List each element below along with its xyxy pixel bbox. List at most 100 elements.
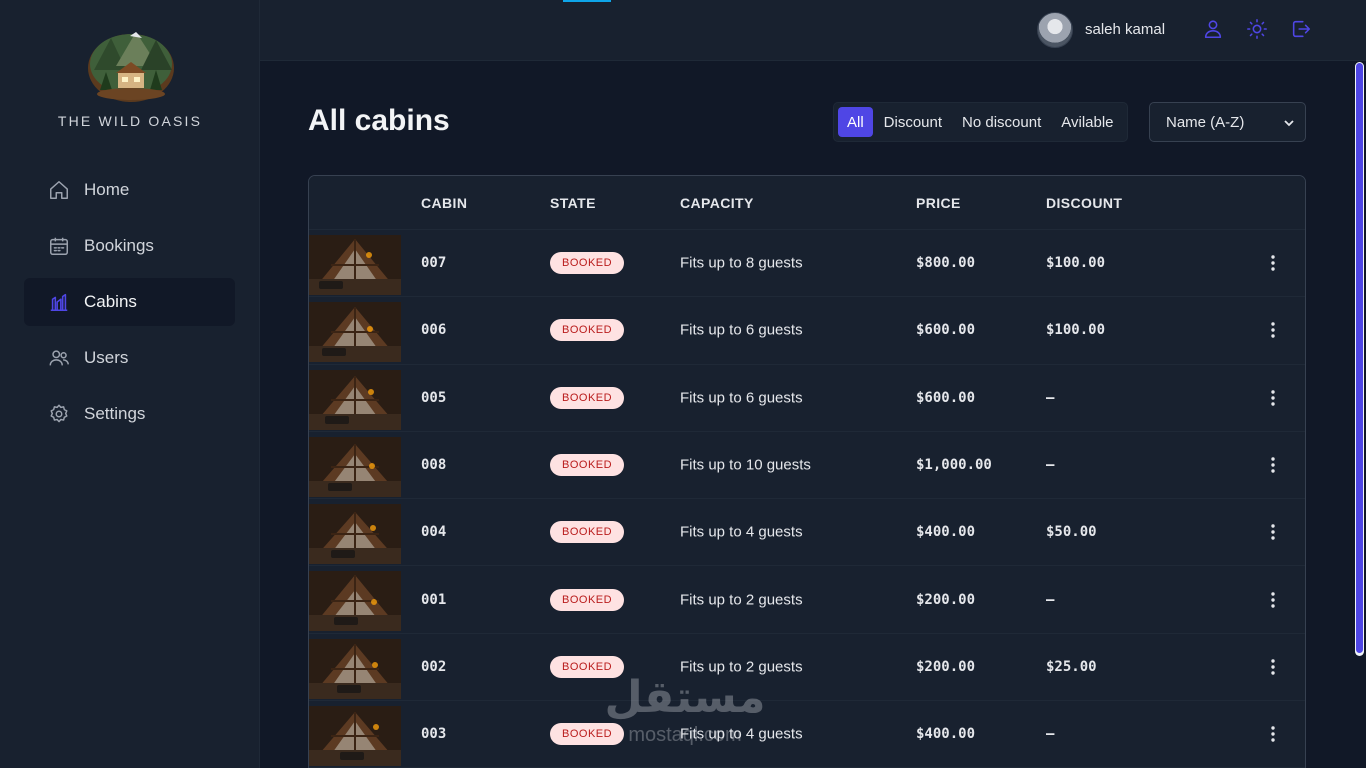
account-button[interactable] [1202,18,1226,42]
cabin-capacity: Fits up to 10 guests [680,456,811,474]
header-accent-line [563,0,611,2]
nav-item-home[interactable]: Home [24,166,235,214]
avatar[interactable] [1037,12,1073,48]
brand-name: THE WILD OASIS [57,113,203,129]
filter-available-button[interactable]: Avilable [1052,107,1122,137]
user-icon [1204,20,1222,39]
table-row: 004 BOOKED Fits up to 4 guests $400.00 $50.0… [309,499,1305,567]
nav-item-label: Home [84,180,130,199]
cabin-image [309,235,401,295]
cabin-capacity: Fits up to 2 guests [680,591,803,609]
status-badge: BOOKED [550,252,625,275]
cabins-table: CABIN STATE CAPACITY PRICE DISCOUNT 007 B… [308,175,1306,768]
filter-discount-button[interactable]: Discount [875,107,951,137]
dark-mode-toggle[interactable] [1246,18,1270,42]
more-vertical-icon [1271,524,1275,541]
more-vertical-icon [1271,255,1275,271]
cabin-name: 001 [421,591,447,608]
cabin-capacity: Fits up to 2 guests [680,658,803,676]
table-row: 006 BOOKED Fits up to 6 guests $600.00 $100.… [309,297,1305,365]
calendar-icon [48,235,70,257]
cabin-discount: $100.00 [1046,322,1106,339]
table-row: 003 BOOKED Fits up to 4 guests $400.00 — [309,701,1305,768]
status-badge: BOOKED [550,588,625,611]
cabin-image [309,302,401,363]
row-menu-button[interactable] [1263,724,1283,744]
main-nav: Home Bookings Cabins Users Settings [24,166,235,446]
home-icon [48,179,70,201]
filter-no-discount-button[interactable]: No discount [953,107,1050,137]
row-menu-button[interactable] [1263,455,1283,475]
cabin-discount: — [1046,726,1055,743]
cabin-name: 007 [421,255,447,272]
chevron-down-icon [1284,120,1294,127]
column-header-discount: DISCOUNT [1046,195,1123,211]
nav-item-cabins[interactable]: Cabins [24,278,235,326]
cabin-image [309,571,401,632]
table-body: 007 BOOKED Fits up to 8 guests $800.00 $100.… [309,230,1305,768]
cabin-filter: All Discount No discount Avilable [833,102,1128,142]
table-row: 002 BOOKED Fits up to 2 guests $200.00 $25.0… [309,633,1305,702]
more-vertical-icon [1271,726,1275,742]
users-icon [48,347,70,369]
row-menu-button[interactable] [1263,253,1283,273]
sort-select[interactable]: Name (A-Z) [1149,102,1306,142]
row-menu-button[interactable] [1263,657,1283,677]
column-header-cabin: CABIN [421,195,468,211]
page-title: All cabins [308,104,450,137]
status-badge: BOOKED [550,521,625,544]
status-badge: BOOKED [550,655,625,678]
cabin-image [309,638,401,699]
cabin-capacity: Fits up to 4 guests [680,725,803,743]
cabin-price: $800.00 [916,255,976,272]
table-row: 008 BOOKED Fits up to 10 guests $1,000.00 — [309,431,1305,500]
status-badge: BOOKED [550,454,625,477]
scrollbar-thumb[interactable] [1356,63,1363,653]
column-header-state: STATE [550,195,596,211]
cabin-capacity: Fits up to 6 guests [680,321,803,339]
more-vertical-icon [1271,322,1275,339]
cabin-discount: $100.00 [1046,255,1106,272]
column-header-price: PRICE [916,195,961,211]
table-header: CABIN STATE CAPACITY PRICE DISCOUNT [309,176,1305,230]
cabin-price: $400.00 [916,524,976,541]
cabin-price: $600.00 [916,322,976,339]
sidebar: THE WILD OASIS Home Bookings Cabins User… [0,0,260,768]
cabin-discount: $50.00 [1046,524,1097,541]
row-menu-button[interactable] [1263,522,1283,542]
cabin-discount: $25.00 [1046,658,1097,675]
cabin-discount: — [1046,591,1055,608]
username: saleh kamal [1085,21,1166,38]
row-menu-button[interactable] [1263,590,1283,610]
nav-item-users[interactable]: Users [24,334,235,382]
column-header-capacity: CAPACITY [680,195,754,211]
table-row: 001 BOOKED Fits up to 2 guests $200.00 — [309,566,1305,634]
logout-button[interactable] [1290,18,1314,42]
status-badge: BOOKED [550,723,625,746]
nav-item-label: Cabins [84,292,137,311]
status-badge: BOOKED [550,386,625,409]
more-vertical-icon [1271,457,1275,473]
nav-item-settings[interactable]: Settings [24,390,235,438]
cabin-name: 008 [421,457,447,474]
cabin-discount: — [1046,389,1055,406]
cabin-image [309,706,401,767]
cabin-discount: — [1046,457,1055,474]
logo [86,30,176,102]
sun-icon [1247,19,1267,39]
row-menu-button[interactable] [1263,320,1283,340]
cabin-name: 002 [421,658,447,675]
settings-icon [48,403,70,425]
status-badge: BOOKED [550,319,625,342]
logout-icon [1292,20,1311,38]
cabin-image [309,436,401,497]
row-menu-button[interactable] [1263,388,1283,408]
filter-all-button[interactable]: All [838,107,873,137]
sort-selected-value: Name (A-Z) [1166,113,1245,131]
cabin-name: 003 [421,726,447,743]
cabin-capacity: Fits up to 8 guests [680,254,803,272]
nav-item-bookings[interactable]: Bookings [24,222,235,270]
cabin-price: $200.00 [916,658,976,675]
cabin-capacity: Fits up to 6 guests [680,389,803,407]
nav-item-label: Users [84,348,129,367]
